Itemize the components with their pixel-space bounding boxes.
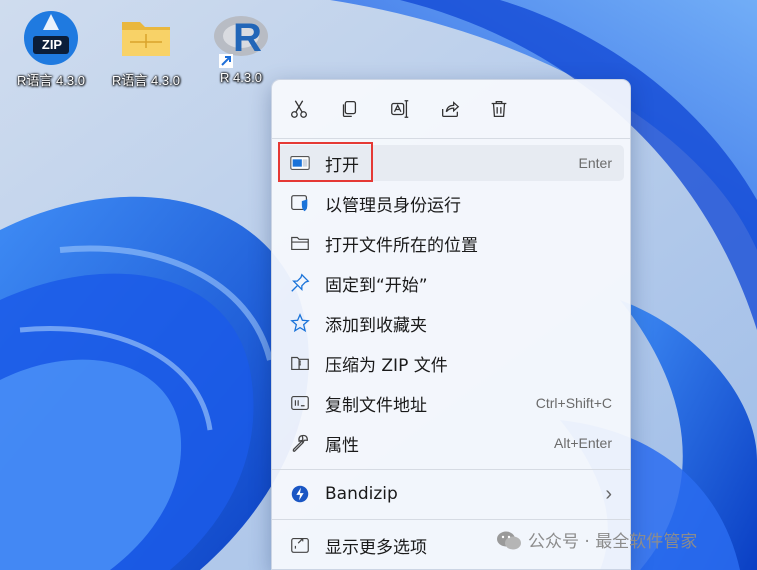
menu-item-open-file-location[interactable]: 打开文件所在的位置	[278, 225, 624, 261]
pin-icon	[288, 271, 312, 295]
desktop-icon-zip[interactable]: ZIP R语言 4.3.0	[8, 8, 94, 89]
delete-button[interactable]	[484, 94, 514, 124]
menu-item-open[interactable]: 打开 Enter	[278, 145, 624, 181]
menu-item-shortcut: Ctrl+Shift+C	[535, 395, 612, 411]
watermark: 公众号 · 最全软件管家	[496, 527, 697, 552]
context-menu: 打开 Enter 以管理员身份运行 打开文件所在的位置 固定到“开始” 添加到收…	[271, 79, 631, 570]
menu-item-properties[interactable]: 属性 Alt+Enter	[278, 425, 624, 461]
more-options-icon	[288, 533, 312, 557]
menu-item-add-to-favorites[interactable]: 添加到收藏夹	[278, 305, 624, 341]
wechat-icon	[497, 531, 521, 549]
menu-item-label: 以管理员身份运行	[325, 195, 461, 216]
separator	[272, 138, 630, 139]
folder-icon	[288, 231, 312, 255]
menu-item-label: 复制文件地址	[325, 395, 427, 416]
r-letter: R	[233, 16, 262, 60]
copy-button[interactable]	[334, 94, 364, 124]
desktop-icon-r[interactable]: R R 4.3.0	[198, 8, 284, 85]
menu-item-shortcut: Enter	[578, 155, 612, 171]
menu-item-compress-zip[interactable]: 压缩为 ZIP 文件	[278, 345, 624, 381]
copy-path-icon	[288, 391, 312, 415]
separator	[272, 519, 630, 520]
wrench-icon	[288, 431, 312, 455]
quick-action-bar	[272, 80, 630, 138]
star-icon	[288, 311, 312, 335]
watermark-text: 公众号 · 最全软件管家	[528, 532, 698, 552]
rename-button[interactable]	[385, 94, 415, 124]
scissors-icon	[291, 100, 307, 118]
rename-icon	[391, 100, 409, 118]
copy-icon	[342, 101, 357, 117]
menu-item-label: 属性	[325, 435, 359, 456]
menu-item-label: 固定到“开始”	[325, 275, 428, 296]
cut-button[interactable]	[284, 94, 314, 124]
menu-item-label: 压缩为 ZIP 文件	[325, 355, 448, 376]
desktop-icon-label: R语言 4.3.0	[17, 73, 85, 88]
trash-icon	[491, 101, 507, 117]
share-icon	[442, 101, 460, 117]
open-window-icon	[288, 151, 312, 175]
menu-item-bandizip[interactable]: Bandizip ›	[278, 476, 624, 512]
menu-item-label: 打开	[325, 155, 359, 176]
menu-item-label: 添加到收藏夹	[325, 315, 427, 336]
r-logo-icon: R	[211, 8, 271, 68]
desktop-icon-label: R语言 4.3.0	[112, 73, 180, 88]
menu-item-pin-to-start[interactable]: 固定到“开始”	[278, 265, 624, 301]
zip-badge: ZIP	[41, 37, 63, 52]
menu-item-shortcut: Alt+Enter	[554, 435, 612, 451]
desktop-icon-folder[interactable]: R语言 4.3.0	[103, 8, 189, 89]
folder-icon	[116, 8, 176, 68]
menu-item-run-as-admin[interactable]: 以管理员身份运行	[278, 185, 624, 221]
menu-item-label: Bandizip	[325, 484, 398, 504]
zip-archive-icon: ZIP	[21, 8, 81, 68]
shield-icon	[288, 191, 312, 215]
menu-item-label: 打开文件所在的位置	[325, 235, 478, 256]
chevron-right-icon: ›	[605, 482, 612, 505]
menu-item-copy-path[interactable]: 复制文件地址 Ctrl+Shift+C	[278, 385, 624, 421]
separator	[272, 469, 630, 470]
bandizip-icon	[288, 482, 312, 506]
zip-icon	[288, 351, 312, 375]
share-button[interactable]	[435, 94, 465, 124]
